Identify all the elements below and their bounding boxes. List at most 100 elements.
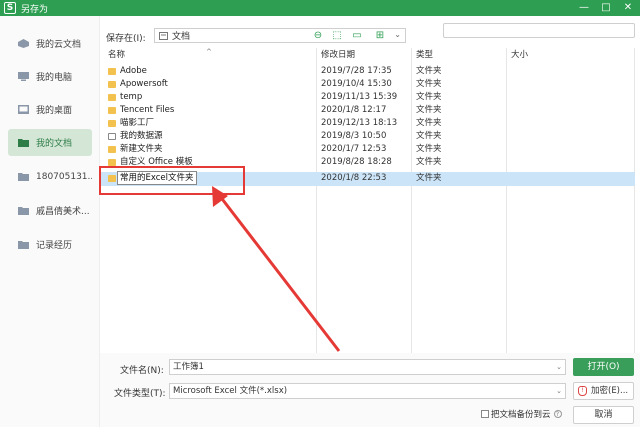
- backup-to-cloud-checkbox[interactable]: 把文档备份到云 ?: [481, 408, 562, 420]
- file-name: 自定义 Office 模板: [120, 157, 193, 167]
- dialog-title: 另存为: [21, 4, 49, 15]
- folder-icon: [18, 139, 29, 147]
- file-name: Adobe: [120, 66, 147, 76]
- folder-icon: [18, 241, 29, 249]
- sidebar-item-folder-art[interactable]: 戚昌倩美术...: [8, 197, 92, 224]
- file-row[interactable]: 新建文件夹 2020/1/7 12:53 文件夹: [100, 143, 635, 156]
- file-row[interactable]: temp 2019/11/13 15:39 文件夹: [100, 91, 635, 104]
- file-type: 文件夹: [416, 144, 442, 154]
- computer-icon: [18, 72, 29, 81]
- filename-input[interactable]: 工作簿1 ⌄: [169, 359, 566, 375]
- new-folder-icon: ▭: [352, 30, 362, 41]
- file-date: 2019/11/13 15:39: [321, 92, 398, 102]
- cancel-button[interactable]: 取消: [573, 406, 634, 424]
- file-row[interactable]: 喵影工厂 2019/12/13 18:13 文件夹: [100, 117, 635, 130]
- file-name: 喵影工厂: [120, 118, 155, 128]
- location-dropdown[interactable]: 文档 ⌄: [154, 28, 406, 43]
- sidebar: 我的云文档 我的电脑 我的桌面 我的文档 180705131... 戚昌倩美术.…: [0, 16, 100, 427]
- file-list: 名称 ^ 修改日期 类型 大小 Adobe 2019/7/28 17:35 文件…: [100, 48, 640, 353]
- file-row[interactable]: 自定义 Office 模板 2019/8/28 18:28 文件夹: [100, 156, 635, 169]
- sidebar-item-folder-1807[interactable]: 180705131...: [8, 163, 92, 190]
- column-header-type[interactable]: 类型: [416, 48, 433, 62]
- file-row[interactable]: Tencent Files 2020/1/8 12:17 文件夹: [100, 104, 635, 117]
- new-folder-button[interactable]: ▭: [350, 29, 364, 42]
- file-type: 文件夹: [416, 131, 442, 141]
- file-row-selected[interactable]: 常用的Excel文件夹 2020/1/8 22:53 文件夹: [100, 171, 635, 186]
- back-button[interactable]: ⊖: [311, 29, 325, 42]
- up-folder-button[interactable]: ⬚: [330, 29, 344, 42]
- sidebar-item-my-documents[interactable]: 我的文档: [8, 129, 92, 156]
- minimize-button[interactable]: —: [576, 0, 592, 16]
- file-row[interactable]: 我的数据源 2019/8/3 10:50 文件夹: [100, 130, 635, 143]
- filetype-label: 文件类型(T):: [114, 389, 166, 399]
- shield-lock-icon: !: [578, 386, 587, 396]
- grid-view-icon: ⊞: [375, 30, 385, 41]
- title-bar: S 另存为 — □ ✕: [0, 0, 640, 16]
- filename-value: 工作簿1: [173, 362, 204, 372]
- data-source-folder-icon: [108, 133, 116, 140]
- file-type: 文件夹: [416, 173, 442, 183]
- column-header-name[interactable]: 名称: [108, 48, 125, 62]
- folder-icon: [108, 81, 116, 88]
- file-type: 文件夹: [416, 157, 442, 167]
- folder-icon: [108, 159, 116, 166]
- folder-icon: [108, 175, 116, 182]
- file-name: Apowersoft: [120, 79, 168, 89]
- folder-icon: [18, 173, 29, 181]
- sidebar-item-label: 我的桌面: [36, 106, 73, 116]
- file-date: 2019/8/3 10:50: [321, 131, 387, 141]
- chevron-down-icon[interactable]: ⌄: [556, 360, 562, 374]
- file-date: 2020/1/8 12:17: [321, 105, 387, 115]
- column-header-size[interactable]: 大小: [511, 48, 528, 62]
- search-input[interactable]: [443, 23, 635, 38]
- maximize-button[interactable]: □: [598, 0, 614, 16]
- sidebar-item-label: 我的文档: [36, 139, 73, 149]
- folder-icon: [159, 31, 168, 40]
- help-icon[interactable]: ?: [553, 410, 562, 418]
- file-row[interactable]: Apowersoft 2019/10/4 15:30 文件夹: [100, 78, 635, 91]
- file-type: 文件夹: [416, 92, 442, 102]
- save-options-panel: 文件名(N): 工作簿1 ⌄ 文件类型(T): Microsoft Excel …: [100, 353, 640, 427]
- file-name: Tencent Files: [120, 105, 175, 115]
- file-name: 新建文件夹: [120, 144, 163, 154]
- file-type: 文件夹: [416, 118, 442, 128]
- file-date: 2019/8/28 18:28: [321, 157, 392, 167]
- sidebar-item-label: 180705131...: [36, 171, 92, 182]
- encrypt-button[interactable]: ! 加密(E)...: [573, 382, 634, 400]
- checkbox-box[interactable]: [481, 410, 489, 418]
- filetype-select[interactable]: Microsoft Excel 文件(*.xlsx) ⌄: [169, 383, 566, 399]
- file-date: 2020/1/8 22:53: [321, 173, 387, 183]
- sidebar-item-cloud-docs[interactable]: 我的云文档: [8, 30, 92, 57]
- folder-icon: [108, 68, 116, 75]
- file-date: 2020/1/7 12:53: [321, 144, 387, 154]
- chevron-down-icon[interactable]: ⌄: [556, 384, 562, 398]
- sidebar-item-desktop[interactable]: 我的桌面: [8, 96, 92, 123]
- filename-label: 文件名(N):: [120, 366, 164, 376]
- file-row[interactable]: Adobe 2019/7/28 17:35 文件夹: [100, 65, 635, 78]
- sort-ascending-icon: ^: [206, 48, 212, 56]
- file-type: 文件夹: [416, 66, 442, 76]
- sidebar-item-label: 我的云文档: [36, 40, 82, 50]
- sidebar-item-folder-records[interactable]: 记录经历: [8, 231, 92, 258]
- folder-icon: [108, 146, 116, 153]
- file-date: 2019/7/28 17:35: [321, 66, 392, 76]
- folder-icon: [108, 107, 116, 114]
- location-toolbar: 保存在(I): 文档 ⌄ ⊖ ⬚ ▭ ⊞: [100, 16, 640, 44]
- sidebar-item-label: 戚昌倩美术...: [36, 207, 90, 217]
- close-button[interactable]: ✕: [620, 0, 636, 16]
- folder-icon: [18, 207, 29, 215]
- backup-label: 把文档备份到云: [491, 410, 551, 420]
- file-type: 文件夹: [416, 79, 442, 89]
- file-type: 文件夹: [416, 105, 442, 115]
- view-menu-button[interactable]: ⊞: [370, 29, 390, 42]
- column-header-date[interactable]: 修改日期: [321, 48, 355, 62]
- folder-icon: [108, 94, 116, 101]
- sidebar-item-computer[interactable]: 我的电脑: [8, 63, 92, 90]
- save-in-label: 保存在(I):: [106, 34, 146, 44]
- filetype-value: Microsoft Excel 文件(*.xlsx): [173, 386, 288, 396]
- open-button[interactable]: 打开(O): [573, 358, 634, 376]
- folder-icon: [108, 120, 116, 127]
- location-value: 文档: [172, 32, 191, 42]
- rename-folder-input[interactable]: 常用的Excel文件夹: [117, 171, 197, 185]
- cloud-doc-icon: [18, 39, 29, 48]
